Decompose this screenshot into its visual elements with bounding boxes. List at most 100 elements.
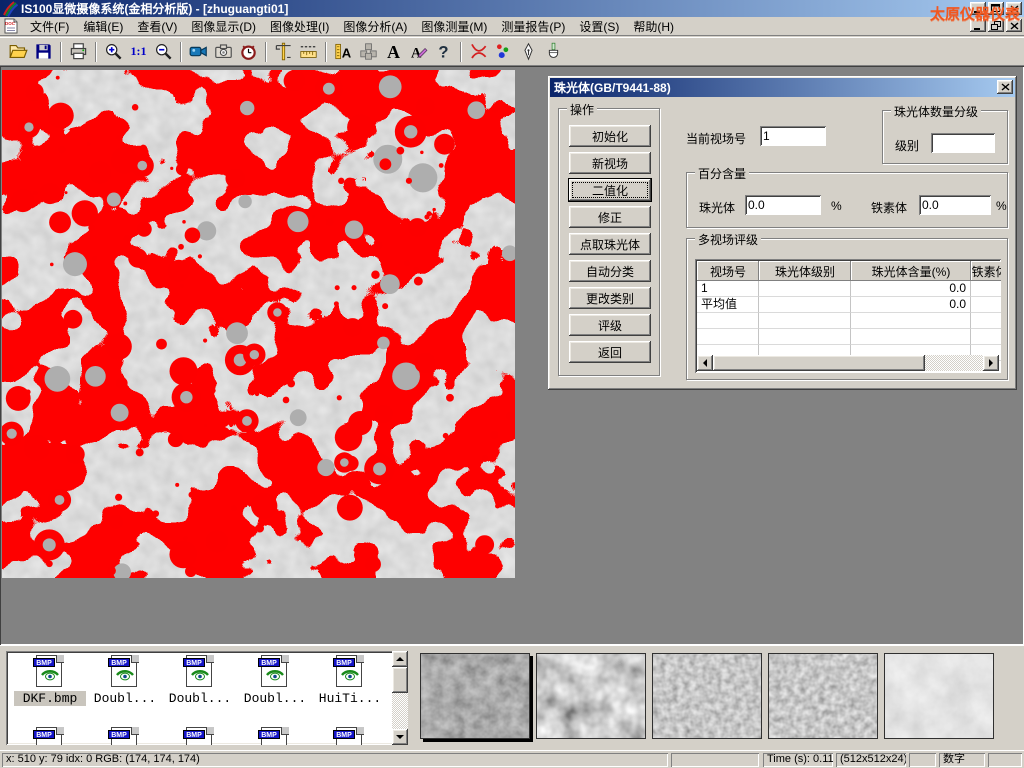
file-item[interactable]: BMP Doubl... xyxy=(239,655,311,706)
pen-tool-button[interactable] xyxy=(516,40,541,64)
auto-classify-button[interactable]: 自动分类 xyxy=(569,260,651,282)
menu-edit[interactable]: 编辑(E) xyxy=(76,16,130,37)
menu-image-measure[interactable]: 图像测量(M) xyxy=(414,16,494,37)
file-item[interactable]: BMP xyxy=(314,727,386,745)
file-item[interactable]: BMP xyxy=(239,727,311,745)
menu-help[interactable]: 帮助(H) xyxy=(626,16,681,37)
col-pearlite-level[interactable]: 珠光体级别 xyxy=(759,261,851,281)
file-browser[interactable]: BMP DKF.bmp BMP Doubl... BMP Doubl... xyxy=(6,651,408,745)
binarize-button[interactable]: 二值化 xyxy=(569,179,651,201)
thumbnail-3[interactable] xyxy=(652,653,762,739)
grading-table: 视场号 珠光体级别 珠光体含量(%) 铁素体含量(%) 1 0.0 平均值 xyxy=(695,259,1001,373)
menu-image-analysis[interactable]: 图像分析(A) xyxy=(336,16,414,37)
text-tool-button[interactable]: A xyxy=(381,40,406,64)
correct-button-label: 修正 xyxy=(598,209,622,226)
grading-table-body: 1 0.0 平均值 0.0 xyxy=(697,281,999,361)
col-ferrite-content[interactable]: 铁素体含量(%) xyxy=(971,261,1001,281)
specimen-image[interactable] xyxy=(2,70,515,578)
thumbnail-5[interactable] xyxy=(884,653,994,739)
arrow-left-icon xyxy=(699,359,707,367)
cell-pearlite-level xyxy=(759,297,851,313)
multi-field-group: 多视场评级 视场号 珠光体级别 珠光体含量(%) 铁素体含量(%) 1 0.0 xyxy=(686,238,1008,380)
scroll-up-button[interactable] xyxy=(392,651,408,667)
measure-text-button[interactable]: A xyxy=(331,40,356,64)
pearlite-label: 珠光体 xyxy=(699,199,735,216)
file-item[interactable]: BMP Doubl... xyxy=(164,655,236,706)
table-row-empty[interactable] xyxy=(697,313,999,329)
caliper-button[interactable] xyxy=(271,40,296,64)
menu-settings[interactable]: 设置(S) xyxy=(572,16,626,37)
file-name[interactable]: HuiTi... xyxy=(314,691,386,706)
table-row[interactable]: 平均值 0.0 xyxy=(697,297,999,313)
annotate-icon: A xyxy=(409,42,428,61)
brush-tool-button[interactable] xyxy=(541,40,566,64)
zoom-out-button[interactable] xyxy=(151,40,176,64)
change-class-button[interactable]: 更改类别 xyxy=(569,287,651,309)
menu-file[interactable]: 文件(F) xyxy=(23,16,76,37)
open-button[interactable] xyxy=(6,40,31,64)
ferrite-percent-input[interactable] xyxy=(919,195,991,215)
file-name[interactable]: Doubl... xyxy=(239,691,311,706)
menu-view[interactable]: 查看(V) xyxy=(130,16,184,37)
file-name[interactable]: Doubl... xyxy=(89,691,161,706)
file-item[interactable]: BMP xyxy=(164,727,236,745)
zoom-in-button[interactable] xyxy=(101,40,126,64)
table-row[interactable]: 1 0.0 xyxy=(697,281,999,297)
scroll-down-button[interactable] xyxy=(392,729,408,745)
file-list-scrollbar[interactable] xyxy=(392,651,408,745)
timer-button[interactable] xyxy=(236,40,261,64)
col-pearlite-content[interactable]: 珠光体含量(%) xyxy=(851,261,971,281)
calibration-curve-button[interactable] xyxy=(466,40,491,64)
dialog-close-button[interactable] xyxy=(997,80,1013,94)
bmp-badge: BMP xyxy=(258,658,280,667)
thumbnail-2[interactable] xyxy=(536,653,646,739)
correct-button[interactable]: 修正 xyxy=(569,206,651,228)
menu-measure-report[interactable]: 测量报告(P) xyxy=(494,16,572,37)
file-item[interactable]: BMP xyxy=(89,727,161,745)
table-row-empty[interactable] xyxy=(697,329,999,345)
scrollbar-thumb[interactable] xyxy=(392,667,408,693)
actual-size-button[interactable]: 1:1 xyxy=(126,40,151,64)
status-empty-2 xyxy=(909,753,936,767)
save-floppy-icon xyxy=(34,42,53,61)
new-field-button[interactable]: 新视场 xyxy=(569,152,651,174)
init-button[interactable]: 初始化 xyxy=(569,125,651,147)
level-input[interactable] xyxy=(931,133,995,153)
file-item[interactable]: BMP HuiTi... xyxy=(314,655,386,706)
scroll-left-button[interactable] xyxy=(697,355,713,371)
zoom-in-icon xyxy=(104,42,123,61)
annotate-button[interactable]: A xyxy=(406,40,431,64)
help-button[interactable]: ? xyxy=(431,40,456,64)
capture-camera-button[interactable] xyxy=(211,40,236,64)
measure-text-icon: A xyxy=(334,42,353,61)
grade-button[interactable]: 评级 xyxy=(569,314,651,336)
print-button[interactable] xyxy=(66,40,91,64)
video-camera-icon xyxy=(189,42,208,61)
menu-image-processing[interactable]: 图像处理(I) xyxy=(263,16,336,37)
ruler-button[interactable] xyxy=(296,40,321,64)
thumbnail-4[interactable] xyxy=(768,653,878,739)
grid-tool-button[interactable] xyxy=(356,40,381,64)
video-camera-button[interactable] xyxy=(186,40,211,64)
file-item[interactable]: BMP Doubl... xyxy=(89,655,161,706)
return-button[interactable]: 返回 xyxy=(569,341,651,363)
status-empty-3 xyxy=(988,753,1022,767)
file-item[interactable]: BMP DKF.bmp xyxy=(14,655,86,706)
file-item[interactable]: BMP xyxy=(14,727,86,745)
thumbnail-1-image xyxy=(421,654,529,738)
thumbnail-1[interactable] xyxy=(420,653,530,739)
scroll-right-button[interactable] xyxy=(983,355,999,371)
file-name[interactable]: Doubl... xyxy=(164,691,236,706)
menu-image-display[interactable]: 图像显示(D) xyxy=(184,16,263,37)
pearlite-percent-sign: % xyxy=(831,199,842,213)
current-field-input[interactable] xyxy=(760,126,826,146)
pick-pearlite-button[interactable]: 点取珠光体 xyxy=(569,233,651,255)
col-field-number[interactable]: 视场号 xyxy=(697,261,759,281)
status-time: Time (s): 0.113 xyxy=(763,753,833,767)
pearlite-percent-input[interactable] xyxy=(745,195,821,215)
scrollbar-thumb[interactable] xyxy=(713,355,925,371)
file-name-selected[interactable]: DKF.bmp xyxy=(14,691,86,706)
save-button[interactable] xyxy=(31,40,56,64)
table-horizontal-scrollbar[interactable] xyxy=(697,355,999,371)
particle-marks-button[interactable] xyxy=(491,40,516,64)
